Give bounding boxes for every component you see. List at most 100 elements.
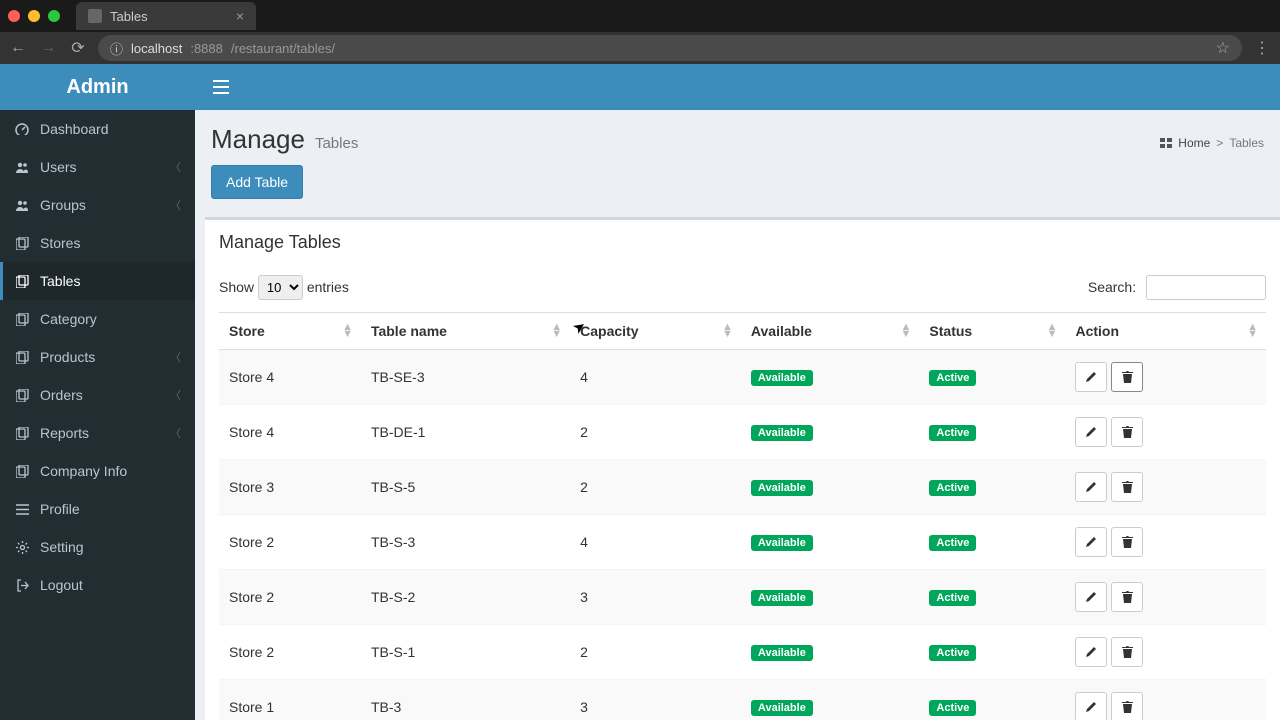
bookmark-star-icon[interactable]: ☆ bbox=[1216, 38, 1230, 58]
cell-store: Store 4 bbox=[219, 405, 361, 460]
table-row: Store 2TB-S-34AvailableActive bbox=[219, 515, 1266, 570]
sidebar-item-dashboard[interactable]: Dashboard bbox=[0, 110, 195, 148]
column-header-status[interactable]: Status▲▼ bbox=[919, 313, 1065, 350]
sidebar-item-category[interactable]: Category bbox=[0, 300, 195, 338]
menu-icon[interactable]: ⋮ bbox=[1252, 38, 1272, 58]
cell-table-name: TB-S-3 bbox=[361, 515, 570, 570]
close-window-icon[interactable] bbox=[8, 10, 20, 22]
entries-label: entries bbox=[307, 279, 349, 295]
reports-icon bbox=[14, 427, 30, 440]
edit-button[interactable] bbox=[1075, 692, 1107, 720]
sidebar-item-logout[interactable]: Logout bbox=[0, 566, 195, 604]
users-icon bbox=[14, 161, 30, 173]
cell-available: Available bbox=[741, 405, 919, 460]
cell-action bbox=[1065, 570, 1266, 625]
cell-capacity: 4 bbox=[570, 350, 741, 405]
trash-icon bbox=[1122, 591, 1133, 603]
tab-strip: Tables × bbox=[0, 0, 1280, 32]
column-header-available[interactable]: Available▲▼ bbox=[741, 313, 919, 350]
chevron-left-icon: 〈 bbox=[170, 159, 181, 175]
panel-title: Manage Tables bbox=[219, 232, 1266, 253]
cell-status: Active bbox=[919, 405, 1065, 460]
profile-icon bbox=[14, 504, 30, 515]
sidebar-item-orders[interactable]: Orders 〈 bbox=[0, 376, 195, 414]
cell-available: Available bbox=[741, 625, 919, 680]
back-button[interactable]: ← bbox=[8, 39, 28, 57]
sidebar-item-label: Orders bbox=[40, 387, 83, 403]
setting-icon bbox=[14, 541, 30, 554]
sort-icon: ▲▼ bbox=[901, 324, 912, 338]
app-header: Admin bbox=[0, 64, 1280, 110]
edit-button[interactable] bbox=[1075, 472, 1107, 502]
cell-available: Available bbox=[741, 460, 919, 515]
sidebar-item-label: Products bbox=[40, 349, 95, 365]
edit-button[interactable] bbox=[1075, 417, 1107, 447]
sidebar-item-groups[interactable]: Groups〈 bbox=[0, 186, 195, 224]
status-badge: Active bbox=[929, 590, 976, 606]
sidebar-item-setting[interactable]: Setting bbox=[0, 528, 195, 566]
delete-button[interactable] bbox=[1111, 362, 1143, 392]
breadcrumb-home[interactable]: Home bbox=[1178, 136, 1210, 150]
cell-action bbox=[1065, 625, 1266, 680]
sidebar-item-users[interactable]: Users〈 bbox=[0, 148, 195, 186]
available-badge: Available bbox=[751, 425, 813, 441]
sidebar-item-stores[interactable]: Stores bbox=[0, 224, 195, 262]
column-header-capacity[interactable]: Capacity▲▼ bbox=[570, 313, 741, 350]
trash-icon bbox=[1122, 426, 1133, 438]
column-header-action[interactable]: Action▲▼ bbox=[1065, 313, 1266, 350]
sidebar-item-label: Profile bbox=[40, 501, 80, 517]
tab-title: Tables bbox=[110, 9, 148, 24]
cell-store: Store 3 bbox=[219, 460, 361, 515]
browser-tab[interactable]: Tables × bbox=[76, 2, 256, 30]
minimize-window-icon[interactable] bbox=[28, 10, 40, 22]
delete-button[interactable] bbox=[1111, 637, 1143, 667]
sort-icon: ▲▼ bbox=[1047, 324, 1058, 338]
cell-status: Active bbox=[919, 350, 1065, 405]
close-tab-icon[interactable]: × bbox=[236, 8, 244, 24]
tables-icon bbox=[14, 275, 30, 288]
cell-table-name: TB-S-1 bbox=[361, 625, 570, 680]
cell-status: Active bbox=[919, 515, 1065, 570]
url-input[interactable]: ⓘ localhost:8888/restaurant/tables/ ☆ bbox=[98, 35, 1242, 61]
column-header-store[interactable]: Store▲▼ bbox=[219, 313, 361, 350]
sidebar-item-tables[interactable]: Tables bbox=[0, 262, 195, 300]
delete-button[interactable] bbox=[1111, 692, 1143, 720]
logout-icon bbox=[14, 579, 30, 592]
pencil-icon bbox=[1085, 481, 1097, 493]
toggle-sidebar-button[interactable] bbox=[195, 80, 247, 94]
breadcrumb-sep: > bbox=[1216, 136, 1223, 150]
delete-button[interactable] bbox=[1111, 417, 1143, 447]
edit-button[interactable] bbox=[1075, 362, 1107, 392]
cell-status: Active bbox=[919, 570, 1065, 625]
trash-icon bbox=[1122, 371, 1133, 383]
edit-button[interactable] bbox=[1075, 527, 1107, 557]
sort-icon: ▲▼ bbox=[722, 324, 733, 338]
status-badge: Active bbox=[929, 645, 976, 661]
delete-button[interactable] bbox=[1111, 472, 1143, 502]
delete-button[interactable] bbox=[1111, 582, 1143, 612]
column-header-table-name[interactable]: Table name▲▼ bbox=[361, 313, 570, 350]
forward-button[interactable]: → bbox=[38, 39, 58, 57]
sidebar-item-label: Category bbox=[40, 311, 97, 327]
info-icon[interactable]: ⓘ bbox=[110, 39, 123, 58]
edit-button[interactable] bbox=[1075, 637, 1107, 667]
app-logo[interactable]: Admin bbox=[0, 64, 195, 110]
reload-button[interactable]: ⟳ bbox=[68, 38, 88, 58]
add-table-button[interactable]: Add Table bbox=[211, 165, 303, 199]
sidebar-item-company-info[interactable]: Company Info bbox=[0, 452, 195, 490]
sidebar-item-profile[interactable]: Profile bbox=[0, 490, 195, 528]
cell-action bbox=[1065, 515, 1266, 570]
show-label: Show bbox=[219, 279, 254, 295]
cell-capacity: 2 bbox=[570, 405, 741, 460]
search-input[interactable] bbox=[1146, 275, 1266, 300]
length-select[interactable]: 10 bbox=[258, 275, 303, 300]
edit-button[interactable] bbox=[1075, 582, 1107, 612]
sidebar-item-products[interactable]: Products〈 bbox=[0, 338, 195, 376]
cell-store: Store 2 bbox=[219, 625, 361, 680]
sidebar-item-reports[interactable]: Reports〈 bbox=[0, 414, 195, 452]
panel-header: Manage Tables bbox=[205, 220, 1280, 265]
chevron-left-icon: 〈 bbox=[170, 387, 181, 403]
window-controls[interactable] bbox=[8, 10, 76, 22]
delete-button[interactable] bbox=[1111, 527, 1143, 557]
maximize-window-icon[interactable] bbox=[48, 10, 60, 22]
